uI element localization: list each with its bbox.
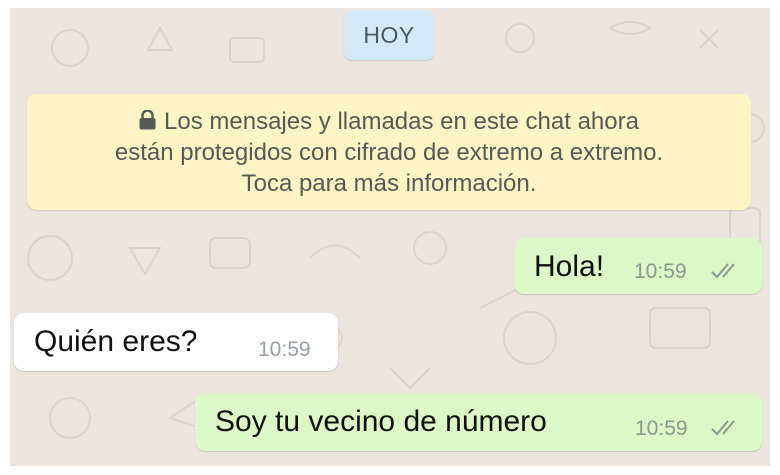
chat-window[interactable]: HOY Los mensajes y llamadas en este chat… [10, 8, 770, 466]
lock-icon [139, 109, 156, 129]
date-chip-label: HOY [363, 21, 415, 48]
message-time: 10:59 [635, 417, 688, 440]
notice-text-line-2: están protegidos con cifrado de extremo … [114, 138, 664, 166]
message-bubble-incoming[interactable]: Quién eres? 10:59 [14, 313, 338, 371]
date-chip: HOY [344, 10, 434, 60]
double-check-icon [711, 420, 735, 436]
notice-text-line-1: Los mensajes y llamadas en este chat aho… [164, 107, 639, 135]
message-bubble-outgoing[interactable]: Hola! 10:59 [514, 238, 762, 294]
notice-text-line-3: Toca para más información. [241, 169, 537, 197]
message-text: Hola! [534, 250, 605, 283]
message-text: Soy tu vecino de número [215, 405, 547, 438]
message-bubble-outgoing[interactable]: Soy tu vecino de número 10:59 [195, 393, 762, 451]
encryption-notice[interactable]: Los mensajes y llamadas en este chat aho… [27, 94, 751, 210]
message-time: 10:59 [258, 338, 311, 361]
message-text: Quién eres? [34, 325, 198, 358]
notice-line-1: Los mensajes y llamadas en este chat aho… [139, 106, 639, 137]
double-check-icon [711, 263, 735, 279]
message-time: 10:59 [634, 260, 687, 283]
